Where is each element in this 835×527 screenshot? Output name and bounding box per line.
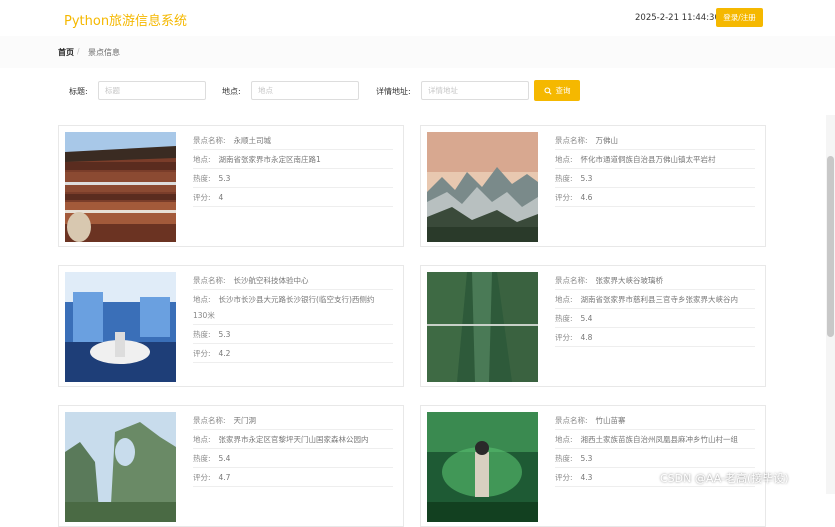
spot-card[interactable]: 景点名称: 竹山苗寨 地点: 湘西土家族苗族自治州凤凰县麻冲乡竹山村一组 热度: 5.… <box>420 405 766 527</box>
spot-name-row: 景点名称: 天门洞 <box>193 413 393 430</box>
spot-card[interactable]: 景点名称: 张家界大峡谷玻璃桥 地点: 湖南省张家界市慈利县三官寺乡张家界大峡谷内 … <box>420 265 766 387</box>
spot-card[interactable]: 景点名称: 永顺土司城 地点: 湖南省张家界市永定区南庄路1 热度: 5.3 评分: 4 <box>58 125 404 247</box>
breadcrumb-separator: / <box>77 47 80 56</box>
spot-location: 湘西土家族苗族自治州凤凰县麻冲乡竹山村一组 <box>580 435 739 444</box>
spot-heat: 5.4 <box>580 314 593 323</box>
spot-rating-row: 评分: 4 <box>193 190 393 207</box>
login-register-button[interactable]: 登录/注册 <box>716 8 763 27</box>
spot-card[interactable]: 景点名称: 天门洞 地点: 张家界市永定区官黎坪天门山国家森林公园内 热度: 5.4 … <box>58 405 404 527</box>
spot-location-row: 地点: 长沙市长沙县大元路长沙银行(临空支行)西侧约 <box>193 295 375 304</box>
spot-photo <box>427 272 538 382</box>
spot-location-cont: 130米 <box>193 308 393 325</box>
spot-name: 天门洞 <box>233 416 257 425</box>
app-title[interactable]: Python旅游信息系统 <box>64 10 187 29</box>
spot-rating-row: 评分: 4.6 <box>555 190 755 207</box>
spot-rating-row: 评分: 4.8 <box>555 330 755 347</box>
spot-rating-row: 评分: 4.2 <box>193 346 393 363</box>
spot-rating: 4 <box>218 193 224 202</box>
spot-location-row: 地点: 湘西土家族苗族自治州凤凰县麻冲乡竹山村一组 <box>555 432 755 449</box>
query-button[interactable]: 查询 <box>534 80 580 101</box>
spot-name-row: 景点名称: 永顺土司城 <box>193 133 393 150</box>
spot-location: 长沙市长沙县大元路长沙银行(临空支行)西侧约 <box>218 295 375 304</box>
spot-name: 万佛山 <box>595 136 619 145</box>
spot-name: 竹山苗寨 <box>595 416 626 425</box>
spot-location-row: 地点: 怀化市通道侗族自治县万佛山镇太平岩村 <box>555 152 755 169</box>
spot-rating: 4.7 <box>218 473 231 482</box>
query-button-label: 查询 <box>555 86 571 95</box>
spot-location: 湖南省张家界市慈利县三官寺乡张家界大峡谷内 <box>580 295 739 304</box>
spot-card[interactable]: 景点名称: 长沙航空科技体验中心 地点: 长沙市长沙县大元路长沙银行(临空支行)西侧… <box>58 265 404 387</box>
spot-heat-row: 热度: 5.3 <box>555 451 755 468</box>
datetime-display: 2025-2-21 11:44:30 <box>635 13 720 23</box>
spot-heat: 5.3 <box>218 330 231 339</box>
spot-name-row: 景点名称: 竹山苗寨 <box>555 413 755 430</box>
address-filter-label: 详情地址: <box>376 87 411 96</box>
spot-location-row: 地点: 张家界市永定区官黎坪天门山国家森林公园内 <box>193 432 393 449</box>
breadcrumb-current: 景点信息 <box>88 48 120 57</box>
search-icon <box>543 86 552 95</box>
spot-rating-row: 评分: 4.7 <box>193 470 393 487</box>
spot-photo <box>65 132 176 242</box>
spot-list: 景点名称: 永顺土司城 地点: 湖南省张家界市永定区南庄路1 热度: 5.3 评分: 4… <box>0 115 826 527</box>
spot-rating: 4.3 <box>580 473 593 482</box>
spot-location-row: 地点: 湖南省张家界市永定区南庄路1 <box>193 152 393 169</box>
spot-location-row: 地点: 湖南省张家界市慈利县三官寺乡张家界大峡谷内 <box>555 292 755 309</box>
spot-photo <box>427 132 538 242</box>
title-filter-input[interactable] <box>98 81 206 100</box>
spot-heat: 5.3 <box>580 174 593 183</box>
spot-heat-row: 热度: 5.3 <box>555 171 755 188</box>
spot-location: 怀化市通道侗族自治县万佛山镇太平岩村 <box>580 155 716 164</box>
location-filter-label: 地点: <box>222 87 241 96</box>
spot-heat-row: 热度: 5.3 <box>193 171 393 188</box>
spot-card[interactable]: 景点名称: 万佛山 地点: 怀化市通道侗族自治县万佛山镇太平岩村 热度: 5.3 评分… <box>420 125 766 247</box>
spot-location: 湖南省张家界市永定区南庄路1 <box>218 155 321 164</box>
spot-name-row: 景点名称: 万佛山 <box>555 133 755 150</box>
spot-name: 张家界大峡谷玻璃桥 <box>595 276 664 285</box>
spot-photo <box>65 272 176 382</box>
spot-name: 永顺土司城 <box>233 136 272 145</box>
spot-rating: 4.2 <box>218 349 231 358</box>
spot-name-row: 景点名称: 长沙航空科技体验中心 <box>193 273 393 290</box>
spot-rating: 4.6 <box>580 193 593 202</box>
spot-photo <box>427 412 538 522</box>
breadcrumb-home-link[interactable]: 首页 <box>58 47 74 58</box>
spot-heat: 5.3 <box>580 454 593 463</box>
spot-location: 张家界市永定区官黎坪天门山国家森林公园内 <box>218 435 369 444</box>
watermark: CSDN @AA-老高(接毕设) <box>660 472 789 485</box>
top-nav-bar: Python旅游信息系统 2025-2-21 11:44:30 登录/注册 <box>0 0 835 37</box>
spot-heat: 5.4 <box>218 454 231 463</box>
scrollbar-thumb[interactable] <box>827 156 834 337</box>
spot-heat-row: 热度: 5.3 <box>193 327 393 344</box>
breadcrumb: 首页 / 景点信息 <box>0 36 835 69</box>
search-filter-bar: 标题: 地点: 详情地址: 查询 <box>0 68 835 116</box>
title-filter-label: 标题: <box>69 87 88 96</box>
spot-photo <box>65 412 176 522</box>
spot-rating: 4.8 <box>580 333 593 342</box>
spot-location-continued: 130米 <box>193 311 215 320</box>
location-filter-input[interactable] <box>251 81 359 100</box>
address-filter-input[interactable] <box>421 81 529 100</box>
spot-heat-row: 热度: 5.4 <box>555 311 755 328</box>
spot-name: 长沙航空科技体验中心 <box>233 276 309 285</box>
spot-heat-row: 热度: 5.4 <box>193 451 393 468</box>
spot-name-row: 景点名称: 张家界大峡谷玻璃桥 <box>555 273 755 290</box>
spot-heat: 5.3 <box>218 174 231 183</box>
